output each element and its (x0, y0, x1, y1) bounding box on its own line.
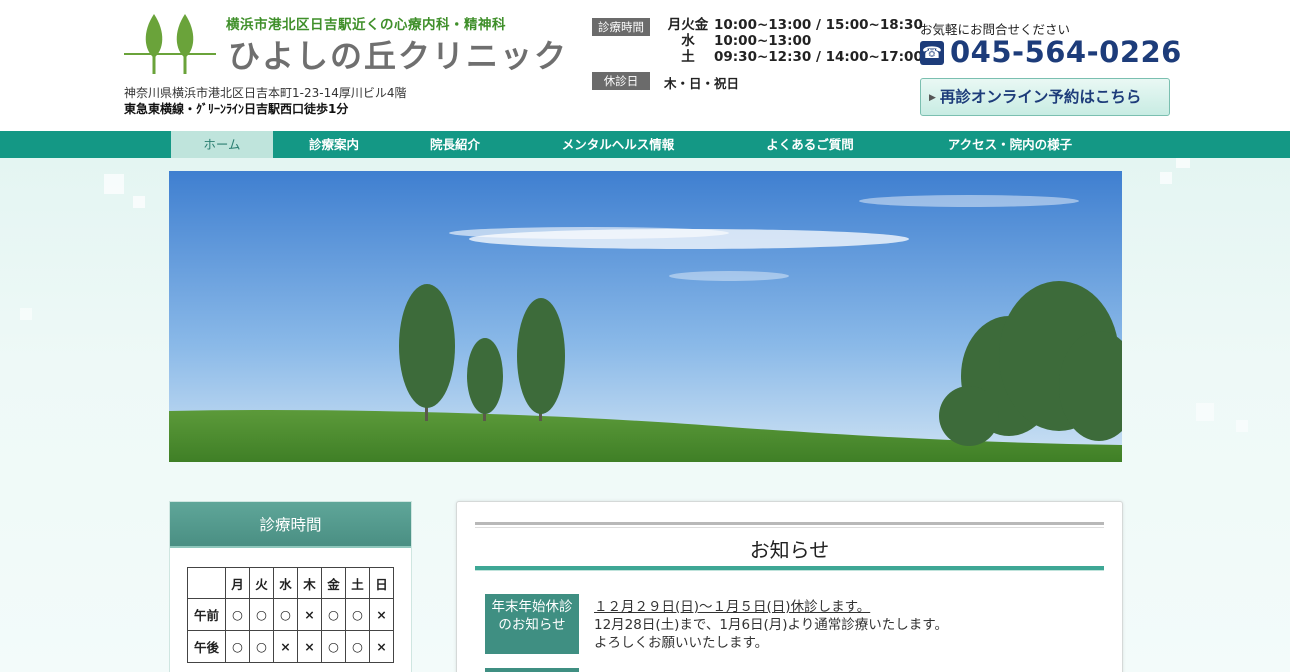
news-top-rule (475, 522, 1104, 528)
phone-icon: ☎ (920, 41, 944, 65)
schedule-mark: × (297, 598, 322, 631)
bg-square (20, 308, 32, 320)
hero-landscape (169, 171, 1122, 462)
news-item-line: よろしくお願いいたします。 (594, 635, 769, 651)
news-title: お知らせ (749, 538, 830, 562)
schedule-table: 月 火 水 木 金 土 日 午前 ○ ○ ○ × ○ ○ × 午後 ○ ○ × … (187, 567, 394, 663)
nav-mental-health[interactable]: メンタルヘルス情報 (548, 131, 688, 158)
hours-days: 土 (681, 49, 695, 65)
hours-times: 09:30~12:30 / 14:00~17:00 (714, 49, 923, 65)
schedule-day: 水 (273, 567, 298, 599)
schedule-row: 午前 ○ ○ ○ × ○ ○ × (187, 598, 394, 631)
nav-director[interactable]: 院長紹介 (404, 131, 506, 158)
logo-trees-icon (124, 14, 216, 74)
news-item-headline[interactable]: １２月２９日(日)～１月５日(日)休診します。 (594, 598, 948, 616)
phone-number[interactable]: 045-564-0226 (950, 35, 1182, 69)
schedule-row: 午後 ○ ○ × × ○ ○ × (187, 630, 394, 663)
schedule-mark: ○ (345, 598, 370, 631)
access-info: 東急東横線・ｸﾞﾘｰﾝﾗｲﾝ日吉駅西口徒歩1分 (124, 102, 349, 116)
nav-home[interactable]: ホーム (171, 131, 273, 158)
closed-label: 休診日 (592, 72, 650, 90)
schedule-mark: × (369, 598, 394, 631)
online-reservation-button[interactable]: ▶ 再診オンライン予約はこちら (920, 78, 1170, 116)
bg-square (1196, 403, 1214, 421)
nav-access[interactable]: アクセス・院内の様子 (930, 131, 1090, 158)
schedule-mark: ○ (225, 598, 250, 631)
schedule-mark: × (297, 630, 322, 663)
schedule-corner (187, 567, 226, 599)
schedule-day: 木 (297, 567, 322, 599)
news-item-label: 年末年始休診のお知らせ (485, 594, 579, 654)
schedule-day: 土 (345, 567, 370, 599)
schedule-mark: ○ (249, 598, 274, 631)
hours-row: 月火金 10:00~13:00 / 15:00~18:30 (662, 17, 923, 33)
nav-services[interactable]: 診療案内 (283, 131, 385, 158)
schedule-day: 日 (369, 567, 394, 599)
hours-times: 10:00~13:00 / 15:00~18:30 (714, 17, 923, 33)
bg-square (1236, 420, 1248, 432)
nav-faq[interactable]: よくあるご質問 (750, 131, 870, 158)
bg-square (1176, 158, 1190, 168)
schedule-mark: ○ (273, 598, 298, 631)
schedule-mark: ○ (249, 630, 274, 663)
hours-label: 診療時間 (592, 18, 650, 36)
schedule-day: 火 (249, 567, 274, 599)
site-header: 横浜市港北区日吉駅近くの心療内科・精神科 ひよしの丘クリニック 神奈川県横浜市港… (0, 0, 1290, 131)
hours-list: 月火金 10:00~13:00 / 15:00~18:30 水 10:00~13… (662, 17, 923, 65)
schedule-header-row: 月 火 水 木 金 土 日 (187, 567, 394, 599)
news-item-line: 12月28日(土)まで、1月6日(月)より通常診療いたします。 (594, 617, 948, 633)
closed-days: 木・日・祝日 (664, 76, 740, 91)
hours-row: 水 10:00~13:00 (662, 33, 923, 49)
schedule-mark: ○ (345, 630, 370, 663)
hero-image (169, 171, 1122, 462)
hours-times: 10:00~13:00 (714, 33, 812, 49)
sidebar-hours-panel: 診療時間 月 火 水 木 金 土 日 午前 ○ ○ ○ × ○ ○ × 午後 ○… (169, 501, 412, 672)
sidebar-title: 診療時間 (170, 502, 411, 548)
reserve-button-label: 再診オンライン予約はこちら (939, 88, 1142, 106)
bg-square (133, 196, 145, 208)
schedule-mark: ○ (225, 630, 250, 663)
news-title-rule (475, 566, 1104, 571)
news-item-label (485, 668, 579, 672)
tagline: 横浜市港北区日吉駅近くの心療内科・精神科 (226, 17, 506, 33)
main-nav: ホーム 診療案内 院長紹介 メンタルヘルス情報 よくあるご質問 アクセス・院内の… (0, 131, 1290, 158)
schedule-row-label: 午前 (187, 598, 226, 631)
hours-days: 水 (681, 33, 695, 49)
clinic-name[interactable]: ひよしの丘クリニック (228, 31, 568, 77)
arrow-right-icon: ▶ (929, 92, 936, 103)
address: 神奈川県横浜市港北区日吉本町1-23-14厚川ビル4階 (124, 86, 407, 100)
schedule-mark: ○ (321, 598, 346, 631)
schedule-mark: × (369, 630, 394, 663)
hours-row: 土 09:30~12:30 / 14:00~17:00 (662, 49, 923, 65)
schedule-day: 金 (321, 567, 346, 599)
schedule-day: 月 (225, 567, 250, 599)
bg-square (104, 174, 124, 194)
schedule-mark: × (273, 630, 298, 663)
hours-days: 月火金 (667, 17, 709, 33)
news-panel: お知らせ 年末年始休診のお知らせ １２月２９日(日)～１月５日(日)休診します。… (456, 501, 1123, 672)
schedule-mark: ○ (321, 630, 346, 663)
bg-square (1160, 172, 1172, 184)
news-item-body: １２月２９日(日)～１月５日(日)休診します。 12月28日(土)まで、1月6日… (594, 598, 948, 652)
schedule-row-label: 午後 (187, 630, 226, 663)
